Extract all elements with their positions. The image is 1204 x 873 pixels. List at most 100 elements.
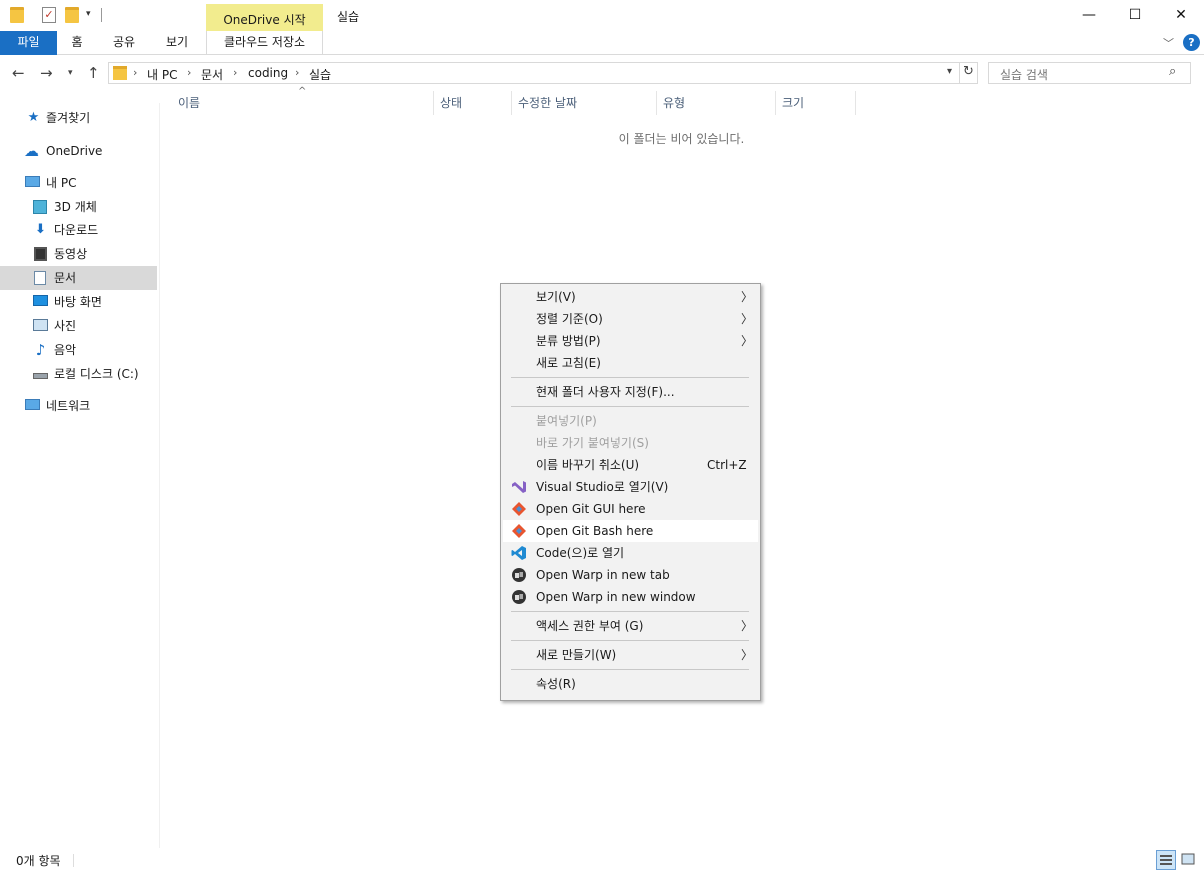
folder-icon[interactable] <box>10 7 24 23</box>
menu-item-refresh[interactable]: 새로 고침(E) <box>503 352 758 374</box>
back-arrow-icon[interactable]: ← <box>12 64 25 82</box>
menu-item-customize-folder[interactable]: 현재 폴더 사용자 지정(F)... <box>503 381 758 403</box>
breadcrumb-documents[interactable]: 문서 <box>201 66 223 83</box>
tab-share[interactable]: 공유 <box>104 31 144 55</box>
menu-item-open-visual-studio[interactable]: Visual Studio로 열기(V) <box>503 476 758 498</box>
menu-item-label: 이름 바꾸기 취소(U) <box>536 458 640 472</box>
address-separator <box>959 63 960 83</box>
nav-item-label: 문서 <box>54 271 77 285</box>
item-count: 0개 항목 <box>16 854 61 868</box>
nav-item-pictures[interactable]: 사진 <box>0 314 157 338</box>
menu-item-open-git-gui[interactable]: Open Git GUI here <box>503 498 758 520</box>
help-icon[interactable]: ? <box>1183 34 1200 51</box>
breadcrumb-chevron-icon[interactable]: › <box>295 66 299 79</box>
submenu-arrow-icon: 〉 <box>741 312 754 326</box>
tab-cloud-storage[interactable]: 클라우드 저장소 <box>206 31 323 55</box>
details-view-icon[interactable] <box>1156 850 1176 870</box>
status-bar: 0개 항목 <box>0 848 1204 873</box>
column-type[interactable]: 유형 <box>657 91 776 115</box>
breadcrumb-chevron-icon[interactable]: › <box>187 66 191 79</box>
network-icon <box>25 399 40 413</box>
tab-view[interactable]: 보기 <box>156 31 198 55</box>
nav-item-favorites[interactable]: ★ 즐겨찾기 <box>0 106 157 130</box>
menu-item-warp-new-window[interactable]: Open Warp in new window <box>503 586 758 608</box>
menu-item-sort-by[interactable]: 정렬 기준(O) 〉 <box>503 308 758 330</box>
menu-item-paste: 붙여넣기(P) <box>503 410 758 432</box>
nav-item-music[interactable]: ♪ 음악 <box>0 338 157 362</box>
search-icon[interactable]: ⌕ <box>1169 64 1176 79</box>
search-input[interactable]: 실습 검색 ⌕ <box>988 62 1191 84</box>
new-folder-icon[interactable] <box>65 7 79 23</box>
menu-item-undo-rename[interactable]: 이름 바꾸기 취소(U) Ctrl+Z <box>503 454 758 476</box>
menu-item-view[interactable]: 보기(V) 〉 <box>503 286 758 308</box>
star-icon: ★ <box>27 110 40 125</box>
cube-icon <box>33 200 48 214</box>
breadcrumb-current[interactable]: 실습 <box>309 66 331 83</box>
minimize-button[interactable]: — <box>1066 0 1112 31</box>
close-button[interactable]: ✕ <box>1158 0 1204 31</box>
visual-studio-icon <box>512 481 526 493</box>
column-date-modified[interactable]: 수정한 날짜 <box>512 91 657 115</box>
menu-item-label: 보기(V) <box>536 290 576 304</box>
menu-item-label: Open Git Bash here <box>536 524 654 538</box>
picture-icon <box>33 319 48 333</box>
menu-separator <box>511 611 749 612</box>
nav-item-documents[interactable]: 문서 <box>0 266 157 290</box>
up-arrow-icon[interactable]: ↑ <box>87 64 100 82</box>
address-bar[interactable]: › 내 PC › 문서 › coding › 실습 ▾ ↻ <box>108 62 978 84</box>
recent-locations-chevron-icon[interactable]: ▾ <box>68 68 73 78</box>
menu-item-open-git-bash[interactable]: Open Git Bash here <box>503 520 758 542</box>
breadcrumb-my-pc[interactable]: 내 PC <box>147 66 177 83</box>
column-size[interactable]: 크기 <box>776 91 856 115</box>
tab-home[interactable]: 홈 <box>60 31 94 55</box>
breadcrumb-chevron-icon[interactable]: › <box>233 66 237 79</box>
download-arrow-icon: ⬇ <box>35 222 46 237</box>
submenu-arrow-icon: 〉 <box>741 619 754 633</box>
nav-item-network[interactable]: 네트워크 <box>0 394 157 418</box>
properties-check-icon[interactable]: ✓ <box>42 7 56 23</box>
maximize-button[interactable]: ☐ <box>1112 0 1158 31</box>
ribbon-expand-chevron-icon[interactable]: ﹀ <box>1163 35 1174 51</box>
column-status[interactable]: 상태 <box>434 91 512 115</box>
breadcrumb-coding[interactable]: coding <box>248 66 288 80</box>
menu-item-properties[interactable]: 속성(R) <box>503 673 758 695</box>
menu-item-warp-new-tab[interactable]: Open Warp in new tab <box>503 564 758 586</box>
nav-item-label: 네트워크 <box>46 399 91 413</box>
desktop-icon <box>33 295 48 309</box>
large-icons-view-icon[interactable] <box>1179 850 1199 870</box>
nav-item-videos[interactable]: 동영상 <box>0 242 157 266</box>
window-title: 실습 <box>337 10 360 24</box>
nav-item-3d-objects[interactable]: 3D 개체 <box>0 195 157 219</box>
submenu-arrow-icon: 〉 <box>741 290 754 304</box>
forward-arrow-icon[interactable]: → <box>40 64 53 82</box>
onedrive-context-tab-header: OneDrive 시작 <box>206 4 323 31</box>
tab-file[interactable]: 파일 <box>0 31 57 55</box>
menu-item-give-access[interactable]: 액세스 권한 부여 (G) 〉 <box>503 615 758 637</box>
film-icon <box>34 247 49 261</box>
column-name[interactable]: 이름 <box>172 91 434 115</box>
nav-item-desktop[interactable]: 바탕 화면 <box>0 290 157 314</box>
quick-access-dropdown-icon[interactable]: ▾ <box>86 9 91 19</box>
nav-item-local-disk[interactable]: 로컬 디스크 (C:) <box>0 362 157 386</box>
title-separator <box>101 8 102 22</box>
nav-item-label: 로컬 디스크 (C:) <box>54 367 139 381</box>
menu-item-group-by[interactable]: 분류 방법(P) 〉 <box>503 330 758 352</box>
breadcrumb-chevron-icon[interactable]: › <box>133 66 137 79</box>
title-bar: ✓ ▾ OneDrive 시작 실습 — ☐ ✕ <box>0 0 1204 31</box>
music-note-icon: ♪ <box>35 341 46 359</box>
nav-item-onedrive[interactable]: ☁ OneDrive <box>0 139 157 163</box>
menu-item-open-vscode[interactable]: Code(으)로 열기 <box>503 542 758 564</box>
menu-item-new[interactable]: 새로 만들기(W) 〉 <box>503 644 758 666</box>
menu-item-label: Open Warp in new tab <box>536 568 670 582</box>
nav-item-label: 동영상 <box>54 247 88 261</box>
onedrive-context-label: OneDrive 시작 <box>223 13 306 27</box>
document-icon <box>34 271 49 285</box>
nav-item-downloads[interactable]: ⬇ 다운로드 <box>0 218 157 242</box>
menu-item-label: Open Warp in new window <box>536 590 696 604</box>
refresh-icon[interactable]: ↻ <box>963 64 974 79</box>
nav-item-label: 사진 <box>54 319 77 333</box>
nav-item-label: 다운로드 <box>54 223 99 237</box>
address-dropdown-icon[interactable]: ▾ <box>947 66 952 77</box>
submenu-arrow-icon: 〉 <box>741 648 754 662</box>
nav-item-this-pc[interactable]: 내 PC <box>0 171 157 195</box>
